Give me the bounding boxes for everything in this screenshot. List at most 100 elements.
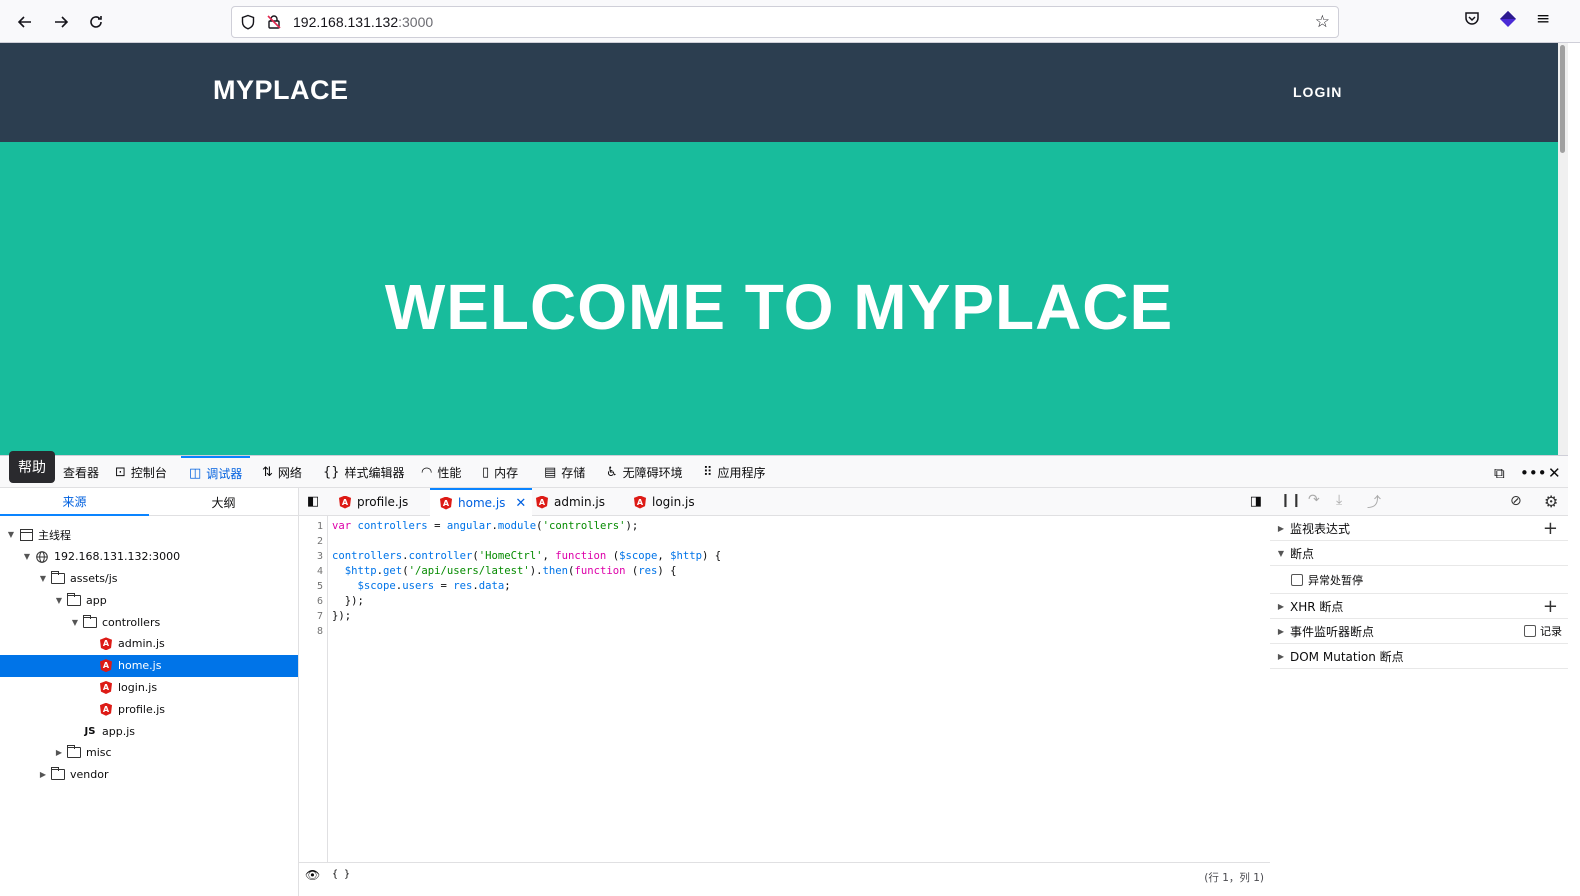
expand-icon[interactable]: ▶ (54, 748, 64, 757)
tab-performance[interactable]: ◠ 性能 (421, 456, 461, 488)
tree-item[interactable]: ▶ misc (0, 742, 298, 764)
sources-pane: 来源 大纲 ▼ 主线程 ▼ 192.168.131.132:3000 ▼ assets/j… (0, 488, 299, 896)
editor-tab-profile[interactable]: Aprofile.js (339, 488, 408, 516)
tree-item[interactable]: ▼ 主线程 (0, 524, 298, 546)
pause-icon[interactable]: ❙❙ (1280, 493, 1302, 508)
folder-icon (67, 592, 81, 606)
source-tree: ▼ 主线程 ▼ 192.168.131.132:3000 ▼ assets/js ▼ app ▼… (0, 524, 298, 786)
tree-item[interactable]: ▼ app (0, 589, 298, 611)
line-number[interactable]: 4 (317, 566, 323, 577)
gear-icon[interactable]: ⚙ (1544, 492, 1558, 511)
hero-title: WELCOME TO MYPLACE (384, 271, 1174, 343)
tab-console[interactable]: ⊡ 控制台 (115, 456, 167, 488)
toggle-debugger-pane-icon[interactable]: ◨ (1250, 494, 1262, 509)
tab-inspector[interactable]: 查看器 (63, 456, 99, 488)
tree-item[interactable]: JS app.js (0, 720, 298, 742)
angular-icon: A (99, 680, 113, 694)
page-scrollbar[interactable] (1558, 43, 1568, 455)
network-icon: ⇅ (262, 464, 273, 480)
storage-icon: ▤ (544, 464, 557, 480)
dock-icon[interactable]: ⧉ (1494, 464, 1505, 482)
tree-item[interactable]: Aadmin.js (0, 633, 298, 655)
watch-label: 监视表达式 (1290, 521, 1351, 536)
tab-accessibility[interactable]: ♿ 无障碍环境 (606, 456, 683, 488)
bookmark-star-icon[interactable]: ☆ (1315, 12, 1330, 32)
tab-outline[interactable]: 大纲 (149, 488, 298, 516)
tab-storage[interactable]: ▤ 存储 (544, 456, 585, 488)
url-text[interactable]: 192.168.131.132:3000 (293, 14, 433, 30)
step-over-icon[interactable]: ↷ (1308, 492, 1320, 508)
collapse-icon[interactable]: ▼ (6, 530, 16, 539)
editor-tab-home[interactable]: Ahome.js ✕ (430, 488, 533, 516)
more-options-icon[interactable]: ••• (1520, 464, 1547, 482)
line-number[interactable]: 1 (317, 521, 323, 532)
deactivate-breakpoints-icon[interactable]: ⊘ (1510, 493, 1522, 509)
reload-button[interactable] (82, 8, 110, 36)
pocket-icon[interactable] (1463, 10, 1481, 31)
tab-style-editor[interactable]: {} 样式编辑器 (323, 456, 405, 488)
log-checkbox[interactable] (1524, 625, 1536, 637)
toggle-sources-icon[interactable]: ◧ (307, 494, 319, 509)
sources-tabs: 来源 大纲 (0, 488, 298, 516)
dom-mutation-header[interactable]: ▶ DOM Mutation 断点 (1270, 644, 1568, 669)
collapse-icon[interactable]: ▼ (38, 574, 48, 583)
add-xhr-icon[interactable]: + (1543, 596, 1558, 617)
eye-icon[interactable]: 👁 (305, 868, 320, 882)
log-toggle[interactable]: 记录 (1524, 623, 1562, 639)
close-icon[interactable]: ✕ (1548, 464, 1561, 482)
site-brand[interactable]: MYPLACE (213, 75, 349, 106)
shield-icon[interactable] (240, 14, 256, 30)
step-in-icon[interactable]: ⤓ (1336, 492, 1342, 508)
expand-icon[interactable]: ▶ (38, 770, 48, 779)
add-watch-icon[interactable]: + (1543, 518, 1558, 539)
code-line-5: $scope.users = res.data; (357, 580, 511, 592)
collapse-icon[interactable]: ▼ (70, 618, 80, 627)
debugger-controls: ❙❙ ↷ ⤓ ⤴ ⊘ ⚙ (1270, 488, 1568, 516)
tree-item[interactable]: ▼ assets/js (0, 568, 298, 590)
editor-tab-admin[interactable]: Aadmin.js (536, 488, 605, 516)
xhr-breakpoints-header[interactable]: ▶ XHR 断点 + (1270, 594, 1568, 619)
login-link[interactable]: LOGIN (1293, 84, 1342, 100)
tree-item[interactable]: ▶ vendor (0, 764, 298, 786)
collapse-icon[interactable]: ▼ (22, 552, 32, 561)
tab-sources[interactable]: 来源 (0, 488, 149, 516)
reload-icon (90, 16, 102, 28)
watch-expressions-header[interactable]: ▶ 监视表达式 + (1270, 516, 1568, 541)
forward-button[interactable] (47, 8, 75, 36)
tab-application[interactable]: ⠿ 应用程序 (703, 456, 766, 488)
extension-icon[interactable] (1499, 10, 1517, 31)
tree-item-label: admin.js (118, 637, 165, 651)
braces-icon: {} (323, 464, 340, 480)
close-tab-icon[interactable]: ✕ (515, 496, 526, 511)
tree-item[interactable]: Alogin.js (0, 677, 298, 699)
insecure-lock-icon[interactable] (266, 14, 282, 30)
pause-on-exceptions-checkbox[interactable] (1291, 573, 1303, 586)
line-number[interactable]: 7 (317, 611, 323, 622)
step-out-icon[interactable]: ⤴ (1367, 492, 1381, 512)
breakpoints-header[interactable]: ▼ 断点 (1270, 541, 1568, 566)
line-number[interactable]: 6 (317, 596, 323, 607)
editor-tab-login[interactable]: Alogin.js (634, 488, 695, 516)
tree-item-label: 主线程 (38, 528, 71, 542)
code-line-6: }); (332, 595, 364, 607)
tree-item[interactable]: ▼ 192.168.131.132:3000 (0, 546, 298, 568)
tab-label: 查看器 (63, 465, 100, 480)
menu-icon[interactable]: ≡ (1536, 9, 1550, 29)
tab-debugger[interactable]: ◫ 调试器 (181, 456, 251, 488)
tree-item[interactable]: Ahome.js (0, 654, 298, 677)
line-number[interactable]: 5 (317, 581, 323, 592)
tab-network[interactable]: ⇅ 网络 (262, 456, 302, 488)
line-number[interactable]: 2 (317, 536, 323, 547)
url-bar[interactable]: 192.168.131.132:3000 ☆ (231, 6, 1339, 38)
pretty-print-button[interactable]: { } (332, 869, 350, 880)
back-button[interactable] (11, 8, 39, 36)
event-listener-breakpoints-header[interactable]: ▶ 事件监听器断点 记录 (1270, 619, 1568, 644)
tree-item[interactable]: Aprofile.js (0, 698, 298, 720)
tree-item[interactable]: ▼ controllers (0, 611, 298, 633)
collapse-icon[interactable]: ▼ (54, 596, 64, 605)
line-number[interactable]: 3 (317, 551, 323, 562)
line-number[interactable]: 8 (317, 626, 323, 637)
tab-memory[interactable]: ▯ 内存 (482, 456, 518, 488)
angular-icon: A (634, 495, 646, 509)
scrollbar-thumb[interactable] (1560, 45, 1565, 153)
